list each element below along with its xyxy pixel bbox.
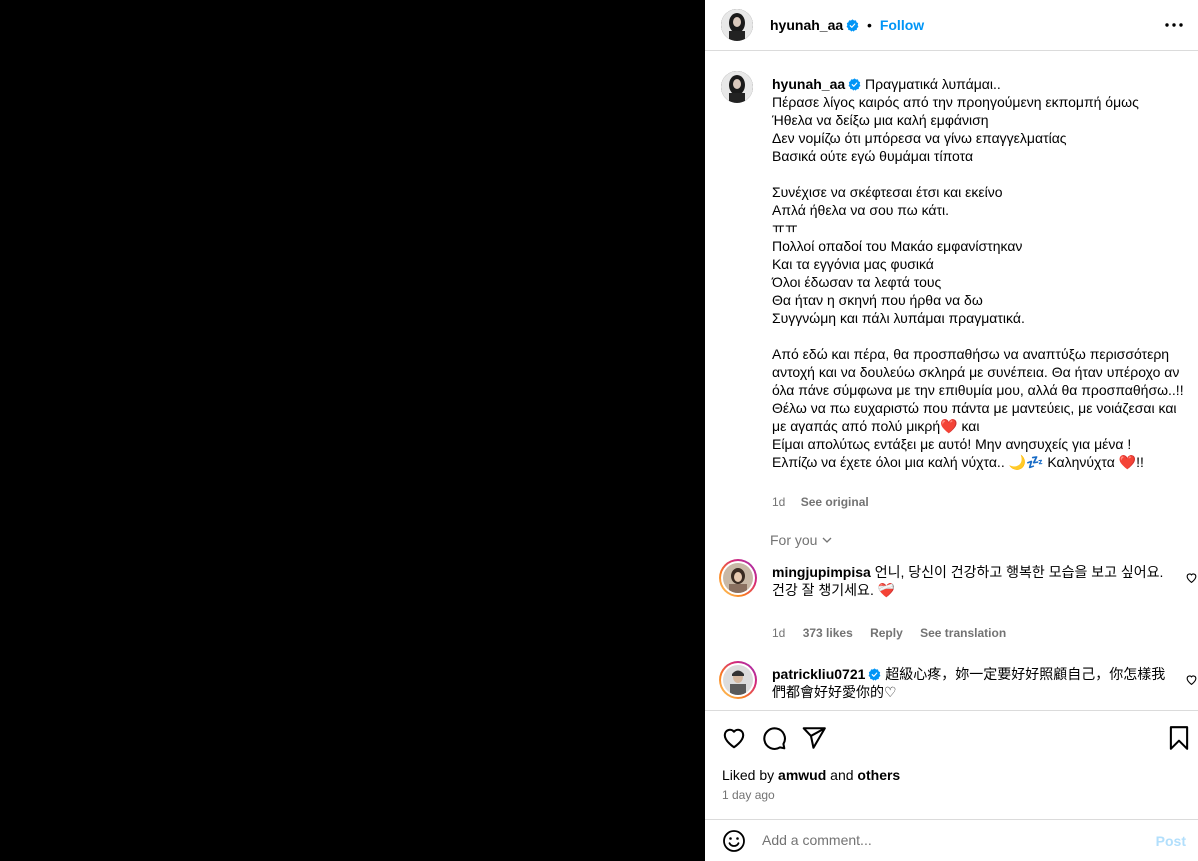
post-timestamp[interactable]: 1 day ago — [722, 788, 775, 802]
comment-item: patrickliu0721 超級心疼，妳一定要好好照顧自己，你怎樣我們都會好好… — [719, 661, 1197, 707]
author-username[interactable]: hyunah_aa — [770, 17, 843, 33]
for-you-label: For you — [770, 532, 818, 548]
comment-username[interactable]: patrickliu0721 — [772, 666, 865, 682]
comment-meta: 1d 373 likes Reply See translation — [772, 626, 1020, 640]
dot-separator: • — [867, 17, 872, 33]
see-translation-link[interactable]: See translation — [920, 626, 1006, 640]
verified-badge-icon — [868, 668, 881, 681]
comment-item: mingjupimpisa 언니, 당신이 건강하고 행복한 모습을 보고 싶어… — [719, 559, 1197, 645]
caption-username[interactable]: hyunah_aa — [772, 76, 845, 92]
caption-meta: 1d See original — [772, 495, 869, 509]
post-comment-button[interactable]: Post — [1156, 833, 1186, 849]
emoji-icon[interactable] — [722, 829, 746, 853]
comment-body: patrickliu0721 超級心疼，妳一定要好好照顧自己，你怎樣我們都會好好… — [772, 665, 1167, 701]
liked-prefix: Liked by — [722, 767, 779, 783]
see-original-link[interactable]: See original — [801, 495, 869, 509]
chevron-down-icon — [822, 537, 832, 543]
comment-input[interactable] — [762, 832, 1142, 848]
heart-icon[interactable] — [721, 725, 747, 751]
verified-badge-icon — [848, 78, 861, 91]
comment-likes[interactable]: 373 likes — [803, 626, 853, 640]
post-side-panel: hyunah_aa • Follow hyunah_aa Πραγματικά … — [705, 0, 1198, 861]
commenter-avatar — [723, 563, 753, 593]
commenter-avatar — [723, 665, 753, 695]
comment-like-heart-icon[interactable] — [1185, 673, 1198, 686]
liked-by-text: Liked by amwud and others — [722, 767, 900, 783]
author-avatar[interactable] — [721, 9, 753, 41]
bookmark-icon[interactable] — [1166, 725, 1192, 751]
post-header: hyunah_aa • Follow — [705, 0, 1198, 51]
caption-time: 1d — [772, 495, 786, 509]
more-options-icon[interactable] — [1164, 17, 1184, 33]
post-actions-bar — [705, 711, 1198, 761]
add-comment-bar: Post — [705, 820, 1198, 861]
liked-and: and — [826, 767, 858, 783]
caption-text: Πραγματικά λυπάμαι.. Πέρασε λίγος καιρός… — [772, 76, 1184, 470]
liked-user-link[interactable]: amwud — [778, 767, 826, 783]
verified-badge-icon — [846, 19, 859, 32]
follow-button[interactable]: Follow — [880, 17, 924, 33]
comment-bubble-icon[interactable] — [761, 725, 787, 751]
caption-author-avatar[interactable] — [721, 71, 753, 103]
caption-body: hyunah_aa Πραγματικά λυπάμαι.. Πέρασε λί… — [772, 75, 1192, 471]
comment-body: mingjupimpisa 언니, 당신이 건강하고 행복한 모습을 보고 싶어… — [772, 563, 1167, 599]
paper-plane-icon[interactable] — [801, 725, 827, 751]
reply-button[interactable]: Reply — [870, 626, 903, 640]
for-you-toggle[interactable]: For you — [770, 532, 833, 548]
comment-avatar-ring[interactable] — [719, 661, 757, 699]
comment-time: 1d — [772, 626, 786, 640]
liked-others-link[interactable]: others — [857, 767, 900, 783]
comment-like-heart-icon[interactable] — [1185, 571, 1198, 584]
comment-avatar-ring[interactable] — [719, 559, 757, 597]
comment-username[interactable]: mingjupimpisa — [772, 564, 871, 580]
post-media-area — [0, 0, 705, 861]
